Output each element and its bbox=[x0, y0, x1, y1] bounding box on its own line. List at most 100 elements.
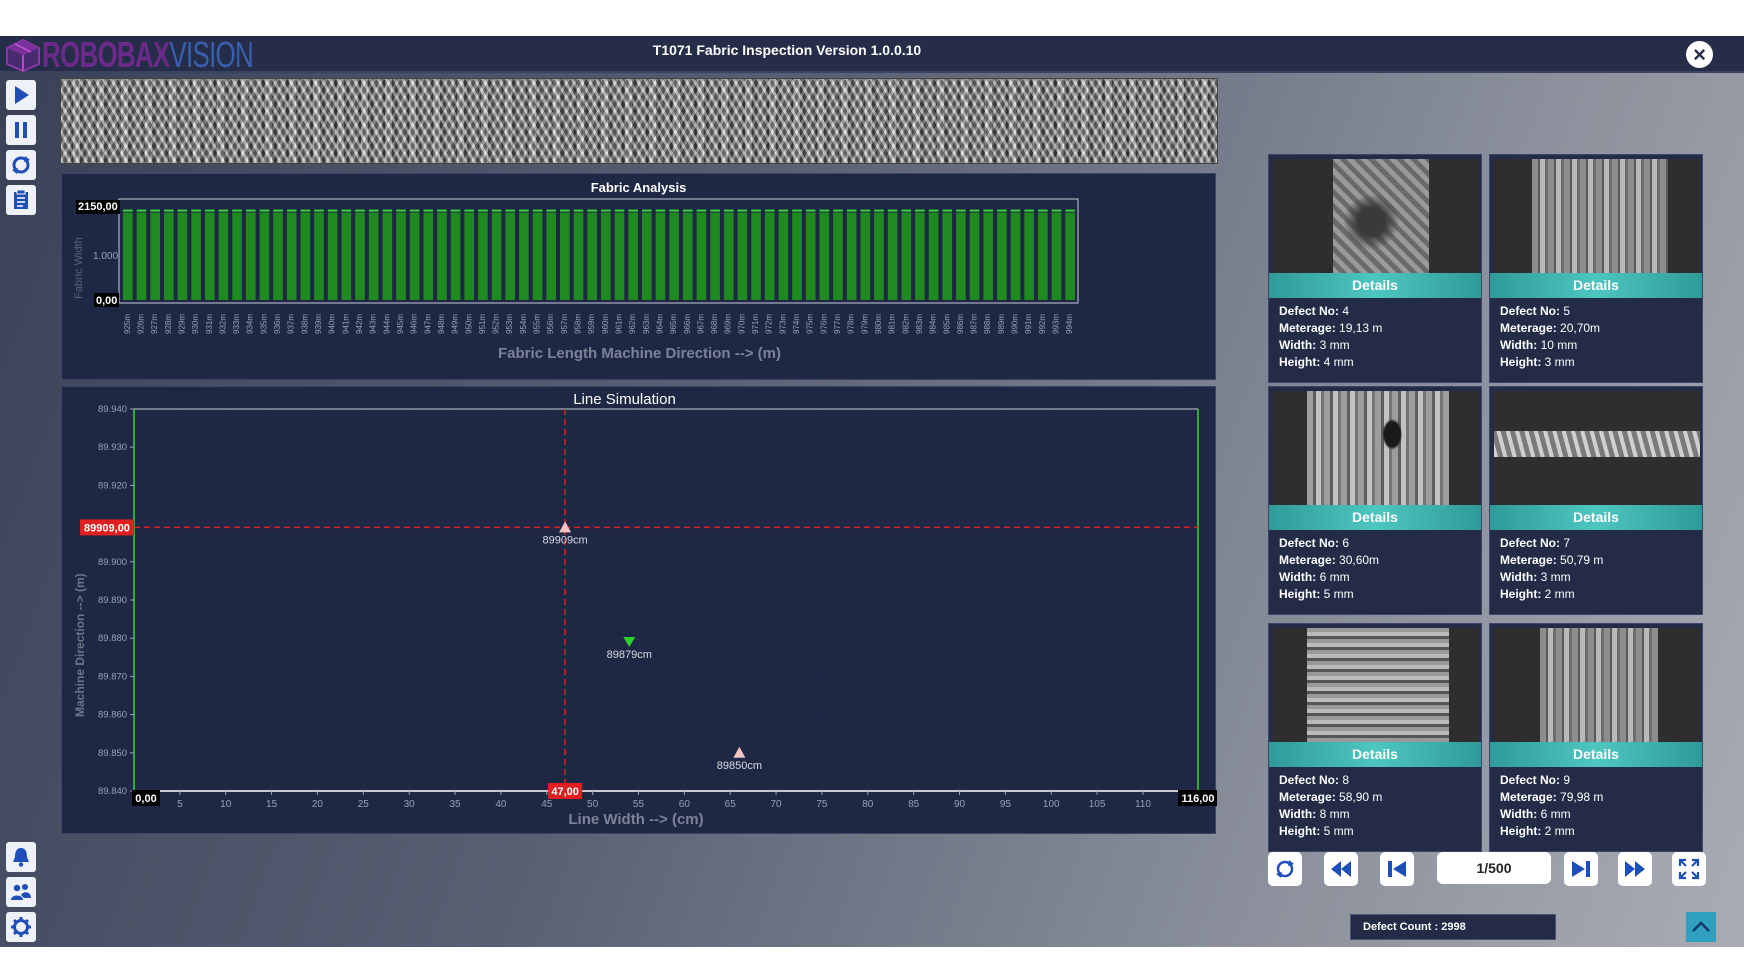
defect-image bbox=[1494, 431, 1700, 457]
x-tick-label: 944m bbox=[382, 314, 391, 334]
bar bbox=[669, 212, 679, 300]
x-tick-label: 929m bbox=[177, 314, 186, 334]
defect-number-value: 5 bbox=[1563, 304, 1571, 318]
bar-cap bbox=[409, 209, 420, 212]
bar-cap bbox=[163, 209, 174, 212]
defect-height-row: Height: 3 mm bbox=[1500, 354, 1600, 371]
x-tick-label: 946m bbox=[410, 314, 419, 334]
defect-meterage-label: Meterage: bbox=[1500, 321, 1557, 335]
report-button[interactable] bbox=[6, 185, 36, 215]
bar-cap bbox=[491, 209, 502, 212]
defect-info: Defect No: 9 Meterage: 79,98 m Width: 6 mm… bbox=[1500, 772, 1603, 840]
x-tick-label: 954m bbox=[519, 314, 528, 334]
bar bbox=[1010, 212, 1021, 300]
users-button[interactable] bbox=[6, 877, 36, 907]
defect-width-row: Width: 3 mm bbox=[1500, 569, 1603, 586]
bar bbox=[368, 212, 379, 300]
fullscreen-button[interactable] bbox=[1672, 852, 1706, 886]
reload-button[interactable] bbox=[1268, 852, 1302, 886]
fabric-analysis-ylabel: Fabric Width bbox=[73, 237, 85, 299]
defect-thumbnail bbox=[1494, 391, 1700, 505]
defect-card[interactable]: Details Defect No: 8 Meterage: 58,90 m Widt… bbox=[1268, 623, 1482, 852]
bar-cap bbox=[969, 209, 980, 212]
x-tick-label: 935m bbox=[259, 314, 268, 334]
x-tick-label: 987m bbox=[970, 314, 979, 334]
x-tick-label: 55 bbox=[633, 799, 645, 810]
close-button[interactable]: × bbox=[1686, 41, 1713, 68]
fast-backward-icon bbox=[1331, 861, 1351, 877]
defect-width-value: 8 mm bbox=[1319, 807, 1350, 821]
defect-info: Defect No: 4 Meterage: 19,13 m Width: 3 mm… bbox=[1279, 303, 1382, 371]
bar bbox=[792, 212, 802, 300]
bar bbox=[628, 212, 638, 300]
bar-cap bbox=[901, 209, 912, 212]
x-min-label: 0,00 bbox=[135, 793, 156, 805]
bar-cap bbox=[628, 209, 638, 212]
bar bbox=[874, 212, 884, 300]
play-button[interactable] bbox=[6, 80, 36, 110]
defect-point[interactable] bbox=[733, 746, 746, 758]
defect-number-row: Defect No: 6 bbox=[1279, 535, 1379, 552]
defect-card[interactable]: Details Defect No: 4 Meterage: 19,13 m Widt… bbox=[1268, 154, 1482, 383]
scroll-top-button[interactable] bbox=[1686, 912, 1716, 942]
first-page-button[interactable] bbox=[1380, 852, 1414, 886]
defect-width-value: 6 mm bbox=[1319, 570, 1350, 584]
report-icon bbox=[14, 189, 28, 209]
bottom-toolbar bbox=[6, 842, 42, 947]
bar bbox=[901, 212, 912, 300]
bar-cap bbox=[560, 209, 570, 212]
line-simulation-title: Line Simulation bbox=[573, 391, 676, 408]
last-page-button[interactable] bbox=[1564, 852, 1598, 886]
defect-thumbnail bbox=[1494, 159, 1700, 273]
x-tick-label: 984m bbox=[929, 314, 938, 334]
bar bbox=[191, 212, 201, 300]
defect-meterage-label: Meterage: bbox=[1500, 553, 1557, 567]
defect-height-label: Height: bbox=[1279, 824, 1321, 838]
defect-height-label: Height: bbox=[1279, 355, 1321, 369]
defect-card[interactable]: Details Defect No: 9 Meterage: 79,98 m Widt… bbox=[1489, 623, 1703, 852]
defect-height-value: 3 mm bbox=[1544, 355, 1575, 369]
defect-number-label: Defect No: bbox=[1279, 304, 1340, 318]
refresh-button[interactable] bbox=[6, 150, 36, 180]
details-button[interactable]: Details bbox=[1269, 505, 1481, 530]
y-tick-label: 89.920 bbox=[98, 480, 127, 491]
x-tick-label: 957m bbox=[560, 314, 569, 334]
bar-cap bbox=[1051, 209, 1062, 212]
x-tick-label: 949m bbox=[451, 314, 460, 334]
defect-meterage-value: 19,13 m bbox=[1339, 321, 1383, 335]
details-button[interactable]: Details bbox=[1490, 273, 1702, 298]
fast-forward-button[interactable] bbox=[1618, 852, 1652, 886]
bar-cap bbox=[696, 209, 707, 212]
defect-point[interactable] bbox=[623, 637, 636, 648]
defect-thumbnail bbox=[1273, 159, 1479, 273]
settings-button[interactable] bbox=[6, 912, 36, 942]
bar bbox=[259, 212, 270, 300]
x-tick-label: 10 bbox=[220, 799, 232, 810]
bar-cap bbox=[887, 209, 898, 212]
details-button[interactable]: Details bbox=[1490, 505, 1702, 530]
details-button[interactable]: Details bbox=[1269, 273, 1481, 298]
x-tick-label: 938m bbox=[300, 314, 309, 334]
x-tick-label: 956m bbox=[546, 314, 555, 334]
settings-icon bbox=[11, 917, 31, 937]
details-button[interactable]: Details bbox=[1490, 742, 1702, 767]
notification-button[interactable] bbox=[6, 842, 36, 872]
defect-count: Defect Count : 2998 bbox=[1350, 914, 1556, 940]
x-tick-label: 976m bbox=[819, 314, 828, 334]
bar-cap bbox=[368, 209, 379, 212]
line-simulation-chart[interactable]: 89.840 89.850 89.860 89.870 89.880 89.890 89.9… bbox=[62, 387, 1217, 835]
page-indicator[interactable]: 1/500 bbox=[1437, 852, 1551, 884]
bar bbox=[682, 212, 693, 300]
details-button[interactable]: Details bbox=[1269, 742, 1481, 767]
x-tick-label: 969m bbox=[724, 314, 733, 334]
fast-backward-button[interactable] bbox=[1324, 852, 1358, 886]
defect-meterage-row: Meterage: 58,90 m bbox=[1279, 789, 1382, 806]
defect-card[interactable]: Details Defect No: 5 Meterage: 20,70m Width… bbox=[1489, 154, 1703, 383]
bar bbox=[819, 212, 830, 300]
pause-button[interactable] bbox=[6, 115, 36, 145]
defect-thumbnail bbox=[1494, 628, 1700, 742]
x-tick-label: 993m bbox=[1052, 314, 1061, 334]
x-tick-label: 934m bbox=[246, 314, 255, 334]
defect-card[interactable]: Details Defect No: 7 Meterage: 50,79 m Widt… bbox=[1489, 386, 1703, 615]
defect-card[interactable]: Details Defect No: 6 Meterage: 30,60m Width… bbox=[1268, 386, 1482, 615]
